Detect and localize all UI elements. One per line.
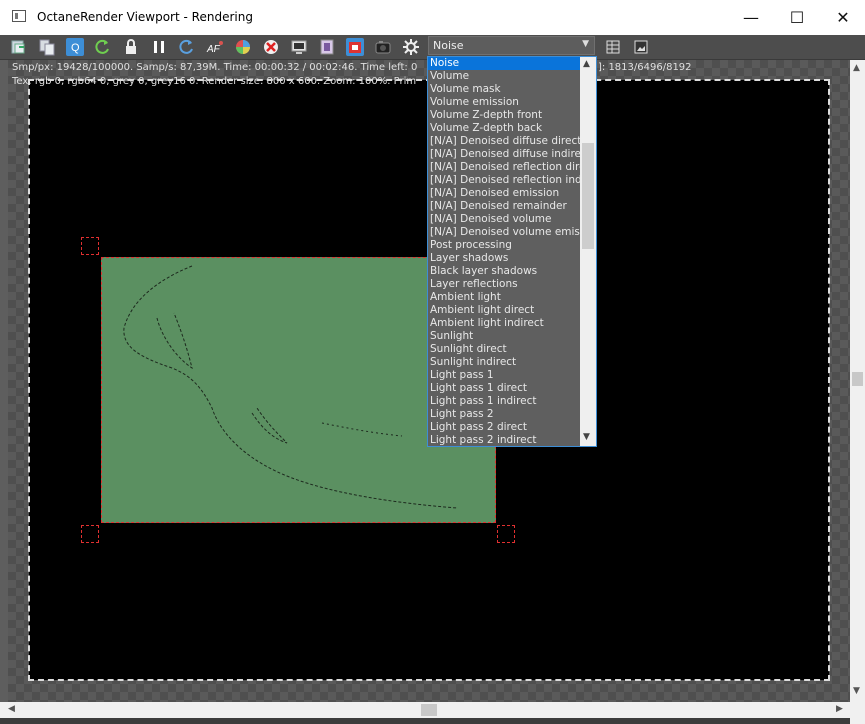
dropdown-option[interactable]: [N/A] Denoised reflection direct bbox=[428, 161, 580, 174]
left-panel-edge bbox=[0, 60, 8, 702]
grid-view-icon[interactable] bbox=[604, 38, 622, 56]
dropdown-scroll-down-icon[interactable]: ▼ bbox=[583, 432, 590, 442]
minimize-button[interactable]: — bbox=[728, 0, 774, 35]
dropdown-option[interactable]: Light pass 1 bbox=[428, 369, 580, 382]
color-picker-icon[interactable] bbox=[234, 38, 252, 56]
dropdown-option[interactable]: [N/A] Denoised diffuse indirect bbox=[428, 148, 580, 161]
settings-window-icon[interactable] bbox=[290, 38, 308, 56]
scroll-up-icon[interactable]: ▲ bbox=[853, 63, 860, 73]
close-button[interactable]: ✕ bbox=[820, 0, 865, 35]
region-handle-bottom-left[interactable] bbox=[81, 525, 99, 543]
render-pass-select[interactable]: Noise ▼ bbox=[428, 36, 595, 55]
lock-icon[interactable] bbox=[122, 38, 140, 56]
region-render-icon[interactable] bbox=[346, 38, 364, 56]
chevron-down-icon: ▼ bbox=[582, 39, 589, 49]
dropdown-option[interactable]: Ambient light indirect bbox=[428, 317, 580, 330]
horizontal-scroll-thumb[interactable] bbox=[421, 704, 437, 716]
dropdown-option[interactable]: [N/A] Denoised emission bbox=[428, 187, 580, 200]
auto-focus-icon[interactable]: AF bbox=[206, 38, 224, 56]
maximize-button[interactable]: ☐ bbox=[774, 0, 820, 35]
vertical-scroll-thumb[interactable] bbox=[852, 372, 863, 386]
clear-icon[interactable] bbox=[262, 38, 280, 56]
render-pass-value: Noise bbox=[433, 39, 464, 52]
dropdown-option[interactable]: Sunlight indirect bbox=[428, 356, 580, 369]
dropdown-option[interactable]: [N/A] Denoised volume bbox=[428, 213, 580, 226]
stats-line-1-right: ]: 1813/6496/8192 bbox=[598, 62, 692, 73]
title-bar: OctaneRender Viewport - Rendering — ☐ ✕ bbox=[0, 0, 865, 35]
app-window-icon bbox=[12, 10, 26, 22]
scroll-down-icon[interactable]: ▼ bbox=[853, 686, 860, 696]
dropdown-option[interactable]: Light pass 2 bbox=[428, 408, 580, 421]
dropdown-option[interactable]: Volume bbox=[428, 70, 580, 83]
vertical-scrollbar[interactable]: ▲ ▼ bbox=[850, 60, 865, 702]
dropdown-option[interactable]: Sunlight direct bbox=[428, 343, 580, 356]
stats-line-2: Tex: rgb 0, rgb64 0, grey 0, grey16 0. R… bbox=[12, 76, 417, 87]
quick-q-icon[interactable]: Q bbox=[66, 38, 84, 56]
region-handle-bottom-right[interactable] bbox=[497, 525, 515, 543]
dropdown-option[interactable]: Layer reflections bbox=[428, 278, 580, 291]
af-label: AF bbox=[206, 44, 221, 55]
window-title: OctaneRender Viewport - Rendering bbox=[37, 10, 253, 24]
q-label: Q bbox=[71, 42, 80, 54]
pause-icon[interactable] bbox=[150, 38, 168, 56]
render-pass-options: Noise Volume Volume mask Volume emission Vol… bbox=[428, 57, 580, 446]
render-pass-dropdown[interactable]: Noise Volume Volume mask Volume emission Vol… bbox=[427, 56, 597, 447]
dropdown-option[interactable]: Ambient light direct bbox=[428, 304, 580, 317]
dropdown-option[interactable]: Sunlight bbox=[428, 330, 580, 343]
dropdown-option[interactable]: [N/A] Denoised reflection indirect bbox=[428, 174, 580, 187]
copy-icon[interactable] bbox=[38, 38, 56, 56]
image-view-icon[interactable] bbox=[632, 38, 650, 56]
scroll-corner bbox=[850, 702, 865, 724]
dropdown-option[interactable]: [N/A] Denoised diffuse direct bbox=[428, 135, 580, 148]
gear-icon[interactable] bbox=[402, 38, 420, 56]
film-strip-icon[interactable] bbox=[318, 38, 336, 56]
dropdown-option[interactable]: Light pass 2 indirect bbox=[428, 434, 580, 446]
dropdown-option[interactable]: [N/A] Denoised remainder bbox=[428, 200, 580, 213]
region-handle-top-left[interactable] bbox=[81, 237, 99, 255]
bottom-band bbox=[0, 718, 850, 724]
dropdown-scroll-thumb[interactable] bbox=[582, 143, 594, 249]
dropdown-scrollbar[interactable]: ▲ ▼ bbox=[580, 57, 596, 446]
dropdown-option[interactable]: Volume Z-depth front bbox=[428, 109, 580, 122]
dropdown-scroll-up-icon[interactable]: ▲ bbox=[583, 59, 590, 69]
dropdown-option[interactable]: Black layer shadows bbox=[428, 265, 580, 278]
dropdown-option[interactable]: [N/A] Denoised volume emission bbox=[428, 226, 580, 239]
dropdown-option[interactable]: Light pass 1 indirect bbox=[428, 395, 580, 408]
dropdown-option[interactable]: Noise bbox=[428, 57, 580, 70]
dropdown-option[interactable]: Volume mask bbox=[428, 83, 580, 96]
scroll-right-icon[interactable]: ▶ bbox=[836, 704, 843, 714]
dropdown-option[interactable]: Volume emission bbox=[428, 96, 580, 109]
dropdown-option[interactable]: Light pass 1 direct bbox=[428, 382, 580, 395]
reset-icon[interactable] bbox=[178, 38, 196, 56]
scroll-left-icon[interactable]: ◀ bbox=[8, 704, 15, 714]
dropdown-option[interactable]: Volume Z-depth back bbox=[428, 122, 580, 135]
dropdown-option[interactable]: Layer shadows bbox=[428, 252, 580, 265]
dropdown-option[interactable]: Light pass 2 direct bbox=[428, 421, 580, 434]
dropdown-option[interactable]: Ambient light bbox=[428, 291, 580, 304]
save-render-icon[interactable] bbox=[10, 38, 28, 56]
horizontal-scrollbar[interactable]: ◀ ▶ bbox=[0, 702, 850, 718]
restart-render-icon[interactable] bbox=[94, 38, 112, 56]
dropdown-option[interactable]: Post processing bbox=[428, 239, 580, 252]
camera-icon[interactable] bbox=[374, 38, 392, 56]
stats-line-1: Smp/px: 19428/100000. Samp/s: 87,39M. Ti… bbox=[12, 62, 418, 73]
